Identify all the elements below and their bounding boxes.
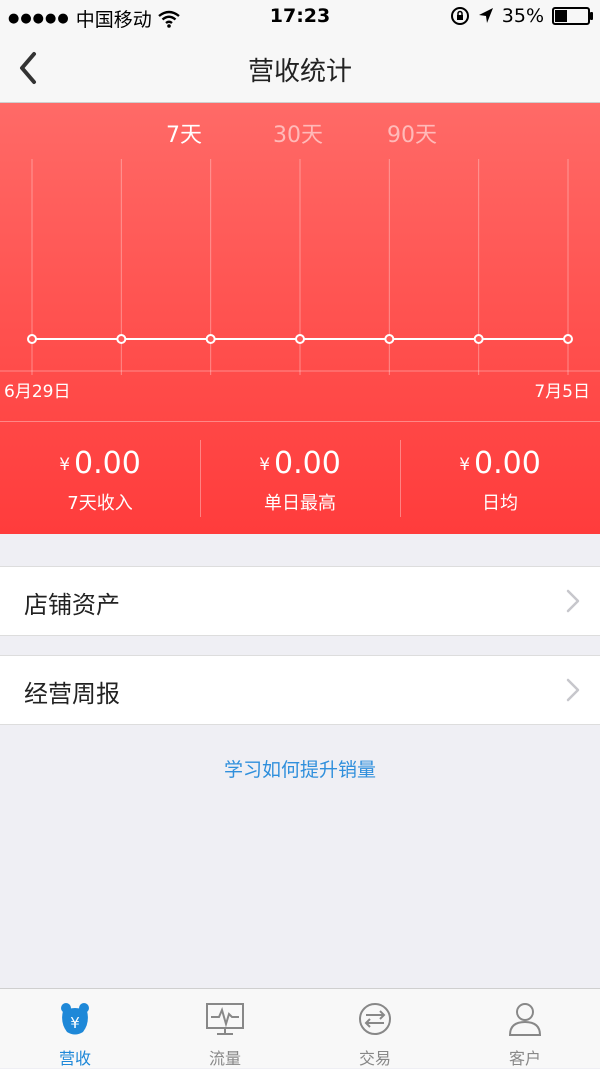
tab-revenue[interactable]: ¥ 营收 [0, 989, 150, 1068]
tab-trade[interactable]: 交易 [300, 989, 450, 1068]
revenue-icon: ¥ [61, 1003, 89, 1035]
data-point[interactable] [384, 334, 395, 344]
store-assets-row[interactable]: 店铺资产 [0, 566, 600, 636]
exchange-icon [359, 1003, 391, 1035]
stat-value: 0.00 [74, 446, 141, 481]
stat-label: 日均 [482, 493, 518, 514]
row-label: 店铺资产 [24, 591, 120, 619]
stat-daily-max: ¥0.00 单日最高 [200, 422, 400, 535]
traffic-monitor-icon [206, 1003, 244, 1035]
stat-label: 单日最高 [264, 493, 336, 514]
stat-label: 7天收入 [67, 493, 133, 514]
stat-value: 0.00 [474, 446, 541, 481]
weekly-report-row[interactable]: 经营周报 [0, 655, 600, 725]
currency-symbol: ¥ [459, 455, 471, 475]
revenue-summary: ¥0.00 7天收入 ¥0.00 单日最高 ¥0.00 日均 [0, 421, 600, 535]
location-icon [478, 8, 493, 23]
data-point[interactable] [27, 334, 37, 344]
status-bar: ●●●●● 中国移动 17:23 35% [0, 0, 600, 34]
data-point[interactable] [116, 334, 127, 344]
tab-traffic[interactable]: 流量 [150, 989, 300, 1068]
range-tabs: 7天 30天 90天 [0, 117, 600, 153]
row-label: 经营周报 [24, 680, 120, 708]
data-point[interactable] [205, 334, 216, 344]
currency-symbol: ¥ [259, 455, 271, 475]
x-axis-end-label: 7月5日 [534, 382, 590, 402]
chevron-right-icon [566, 589, 580, 613]
tab-label: 流量 [208, 1049, 241, 1068]
tab-customers[interactable]: 客户 [450, 989, 600, 1068]
svg-text:¥: ¥ [70, 1014, 80, 1032]
data-point[interactable] [295, 334, 305, 344]
rotation-lock-icon [450, 7, 469, 25]
page-title: 营收统计 [247, 57, 352, 87]
tab-label: 营收 [58, 1049, 91, 1068]
battery-icon [552, 7, 593, 25]
tab-90-days[interactable]: 90天 [387, 117, 437, 149]
tab-7-days[interactable]: 7天 [166, 117, 202, 149]
revenue-chart-panel: 7天 30天 90天 6月29日 7月5日 ¥0.00 7天收入 ¥0.00 单… [0, 103, 600, 534]
tab-bar: ¥ 营收 流量 交易 客户 [0, 988, 600, 1068]
x-axis-start-label: 6月29日 [4, 382, 71, 402]
navigation-bar: 营收统计 [0, 34, 600, 103]
data-point[interactable] [563, 334, 573, 344]
stat-value: 0.00 [274, 446, 341, 481]
tab-label: 交易 [358, 1049, 391, 1068]
tab-30-days[interactable]: 30天 [273, 117, 323, 149]
chevron-right-icon [566, 678, 580, 702]
currency-symbol: ¥ [59, 455, 71, 475]
customer-icon [508, 1003, 542, 1036]
battery-percent: 35% [501, 5, 544, 27]
stat-daily-average: ¥0.00 日均 [400, 422, 600, 535]
data-point[interactable] [473, 334, 484, 344]
learn-boost-sales-link[interactable]: 学习如何提升销量 [0, 755, 600, 782]
stat-7day-income: ¥0.00 7天收入 [0, 422, 200, 535]
tab-label: 客户 [508, 1049, 541, 1068]
